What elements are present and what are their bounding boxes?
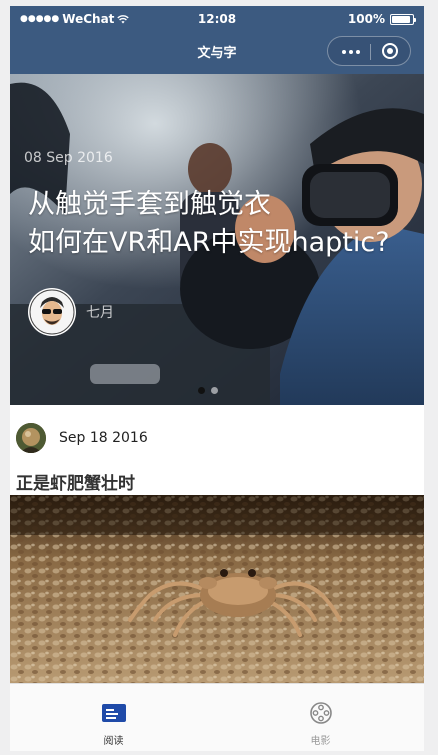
banner-date: 08 Sep 2016 bbox=[24, 150, 113, 166]
battery-icon bbox=[390, 13, 416, 25]
tab-movie[interactable]: 电影 bbox=[217, 684, 424, 751]
tab-read[interactable]: 阅读 bbox=[10, 684, 217, 751]
post-meta: Sep 18 2016 bbox=[10, 416, 424, 461]
film-reel-icon bbox=[310, 702, 332, 724]
banner-title-line2: 如何在VR和AR中实现haptic? bbox=[28, 227, 390, 258]
author-name: 七月 bbox=[86, 305, 114, 321]
miniprogram-capsule bbox=[327, 36, 411, 66]
top-header: ●●●●● WeChat 12:08 100% 文与字 bbox=[10, 6, 424, 74]
post-date: Sep 18 2016 bbox=[59, 430, 148, 446]
book-icon bbox=[102, 704, 126, 722]
post-title[interactable]: 正是虾肥蟹壮时 bbox=[16, 469, 135, 494]
avatar-photo-icon bbox=[16, 423, 46, 453]
capsule-divider bbox=[370, 44, 371, 60]
more-icon[interactable] bbox=[338, 43, 364, 61]
bottom-tab-bar: 阅读 电影 bbox=[10, 683, 424, 751]
crab-photo bbox=[10, 495, 424, 683]
avatar-illustration-icon bbox=[29, 289, 75, 335]
close-target-icon[interactable] bbox=[382, 43, 398, 59]
battery-status: 100% bbox=[347, 12, 416, 26]
author-avatar[interactable] bbox=[28, 288, 76, 336]
carousel-dot-active[interactable] bbox=[198, 387, 205, 394]
carousel-indicator bbox=[198, 387, 218, 394]
banner-carousel[interactable]: 08 Sep 2016 从触觉手套到触觉衣 如何在VR和AR中实现haptic?… bbox=[10, 74, 424, 405]
post-image[interactable] bbox=[10, 495, 424, 683]
tab-read-label: 阅读 bbox=[103, 736, 124, 747]
carousel-dot[interactable] bbox=[211, 387, 218, 394]
tab-movie-label: 电影 bbox=[310, 736, 331, 747]
battery-percent: 100% bbox=[347, 12, 385, 26]
banner-title-line1: 从触觉手套到触觉衣 bbox=[28, 189, 271, 220]
phone-screen: ●●●●● WeChat 12:08 100% 文与字 08 Sep 2016 … bbox=[10, 6, 424, 751]
status-bar: ●●●●● WeChat 12:08 100% bbox=[10, 6, 424, 32]
banner-title[interactable]: 从触觉手套到触觉衣 如何在VR和AR中实现haptic? bbox=[28, 186, 390, 262]
post-author-avatar[interactable] bbox=[16, 423, 46, 453]
